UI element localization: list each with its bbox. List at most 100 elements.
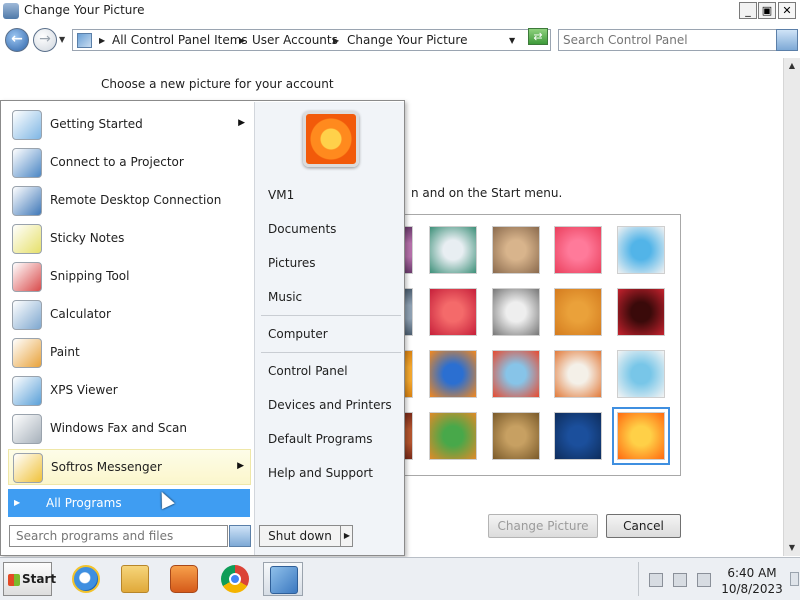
window-title: Change Your Picture xyxy=(24,3,145,17)
start-link-control-panel[interactable]: Control Panel xyxy=(268,364,348,378)
shutdown-options-button[interactable]: ▶ xyxy=(340,526,353,546)
pink-flower-picture[interactable] xyxy=(554,226,602,274)
start-program-item[interactable]: Softros Messenger ▶ xyxy=(8,449,251,485)
origami-crane-picture[interactable] xyxy=(617,288,665,336)
start-program-label: Paint xyxy=(50,345,80,359)
breadcrumb-separator[interactable]: ▶ xyxy=(99,36,105,45)
show-desktop-button[interactable] xyxy=(790,572,799,586)
sticky-notes-icon xyxy=(12,224,42,254)
start-program-item[interactable]: Getting Started ▶ xyxy=(8,107,251,143)
start-menu-programs: Getting Started ▶ Connect to a Projector Re… xyxy=(2,102,253,523)
control-panel-taskbar-icon[interactable] xyxy=(263,562,303,596)
flower-partial-picture[interactable] xyxy=(404,226,413,274)
start-program-label: Windows Fax and Scan xyxy=(50,421,188,435)
start-link-help-support[interactable]: Help and Support xyxy=(268,466,373,480)
windows-explorer-icon[interactable] xyxy=(115,562,155,596)
title-bar: Change Your Picture _ ▣ ✕ xyxy=(0,0,800,22)
start-link-music[interactable]: Music xyxy=(268,290,302,304)
start-link-documents[interactable]: Documents xyxy=(268,222,336,236)
network-icon[interactable] xyxy=(673,573,687,587)
start-search-box[interactable] xyxy=(9,525,228,547)
start-program-item[interactable]: XPS Viewer xyxy=(8,373,251,409)
start-label: Start xyxy=(22,572,57,586)
address-bar[interactable]: ▶ All Control Panel Items ▶ User Account… xyxy=(72,29,551,51)
search-input[interactable] xyxy=(563,32,773,48)
kitten-picture[interactable] xyxy=(492,226,540,274)
start-program-label: Snipping Tool xyxy=(50,269,130,283)
gyroscope-picture[interactable] xyxy=(429,226,477,274)
lighthouse-picture[interactable] xyxy=(554,412,602,460)
start-link-user[interactable]: VM1 xyxy=(268,188,294,202)
search-icon[interactable] xyxy=(229,525,251,547)
start-program-item[interactable]: Windows Fax and Scan xyxy=(8,411,251,447)
minimize-button[interactable]: _ xyxy=(739,2,757,19)
clock-date[interactable]: 10/8/2023 xyxy=(718,582,786,596)
start-program-item[interactable]: Paint xyxy=(8,335,251,371)
breadcrumb-all-control-panel-items[interactable]: All Control Panel Items xyxy=(112,33,248,47)
close-button[interactable]: ✕ xyxy=(778,2,796,19)
refresh-button[interactable]: ⇄ xyxy=(528,28,548,45)
breadcrumb-change-your-picture[interactable]: Change Your Picture xyxy=(347,33,467,47)
partial-picture-2[interactable] xyxy=(404,288,413,336)
shell-picture[interactable] xyxy=(492,412,540,460)
ferris-wheel-picture[interactable] xyxy=(617,226,665,274)
start-link-pictures[interactable]: Pictures xyxy=(268,256,316,270)
breadcrumb-separator[interactable]: ▶ xyxy=(333,36,339,45)
all-programs-button[interactable]: ▶ All Programs xyxy=(8,489,250,517)
vertical-scrollbar[interactable]: ▲ ▼ xyxy=(783,58,800,556)
action-center-flag-icon[interactable] xyxy=(649,573,663,587)
maximize-button[interactable]: ▣ xyxy=(758,2,776,19)
fish-picture[interactable] xyxy=(429,350,477,398)
start-search-input[interactable] xyxy=(16,528,221,544)
start-link-default-programs[interactable]: Default Programs xyxy=(268,432,373,446)
start-button[interactable]: Start xyxy=(3,562,56,596)
breadcrumb-user-accounts[interactable]: User Accounts xyxy=(252,33,338,47)
recent-pages-dropdown[interactable]: ▼ xyxy=(59,35,65,44)
start-link-computer[interactable]: Computer xyxy=(268,327,328,341)
sailboat-picture[interactable] xyxy=(617,350,665,398)
clock-time[interactable]: 6:40 AM xyxy=(722,566,782,580)
jacks-picture[interactable] xyxy=(492,288,540,336)
start-program-item[interactable]: Calculator xyxy=(8,297,251,333)
start-program-label: Connect to a Projector xyxy=(50,155,184,169)
navigation-bar: ← → ▼ ▶ All Control Panel Items ▶ User A… xyxy=(0,24,800,56)
starfish-picture[interactable] xyxy=(429,288,477,336)
scroll-up-button[interactable]: ▲ xyxy=(784,58,800,74)
change-picture-button[interactable]: Change Picture xyxy=(488,514,598,538)
fax-scan-icon xyxy=(12,414,42,444)
start-program-item[interactable]: Remote Desktop Connection xyxy=(8,183,251,219)
partial-picture-4[interactable] xyxy=(404,412,413,460)
forward-button[interactable]: → xyxy=(33,28,57,52)
start-program-item[interactable]: Snipping Tool xyxy=(8,259,251,295)
control-panel-icon xyxy=(77,33,92,48)
chrome-icon[interactable] xyxy=(215,562,255,596)
start-program-item[interactable]: Connect to a Projector xyxy=(8,145,251,181)
search-control-panel[interactable] xyxy=(558,29,798,51)
start-link-devices-printers[interactable]: Devices and Printers xyxy=(268,398,392,412)
snipping-tool-icon xyxy=(12,262,42,292)
shutdown-button[interactable]: Shut down ▶ xyxy=(259,525,353,547)
search-icon[interactable] xyxy=(776,29,798,51)
hot-air-balloon-picture[interactable] xyxy=(492,350,540,398)
back-button[interactable]: ← xyxy=(5,28,29,52)
internet-explorer-icon[interactable] xyxy=(66,562,106,596)
start-program-item[interactable]: Sticky Notes xyxy=(8,221,251,257)
start-program-label: Getting Started xyxy=(50,117,143,131)
partial-picture-3[interactable] xyxy=(404,350,413,398)
taskbar: Start 6:40 AM 10/8/2023 xyxy=(0,557,800,600)
media-player-icon[interactable] xyxy=(164,562,204,596)
orange-flower-picture[interactable] xyxy=(612,407,670,465)
user-account-picture[interactable] xyxy=(303,111,359,167)
start-program-label: Sticky Notes xyxy=(50,231,125,245)
paint-icon xyxy=(12,338,42,368)
butterfly-picture[interactable] xyxy=(429,412,477,460)
address-history-dropdown[interactable]: ▼ xyxy=(509,36,515,45)
start-program-label: Softros Messenger xyxy=(51,460,162,474)
stairs-picture[interactable] xyxy=(554,288,602,336)
all-programs-arrow-icon: ▶ xyxy=(14,498,21,507)
breadcrumb-separator[interactable]: ▶ xyxy=(239,36,245,45)
cancel-button[interactable]: Cancel xyxy=(606,514,681,538)
scroll-down-button[interactable]: ▼ xyxy=(784,540,800,556)
doll-picture[interactable] xyxy=(554,350,602,398)
volume-muted-icon[interactable] xyxy=(697,573,711,587)
